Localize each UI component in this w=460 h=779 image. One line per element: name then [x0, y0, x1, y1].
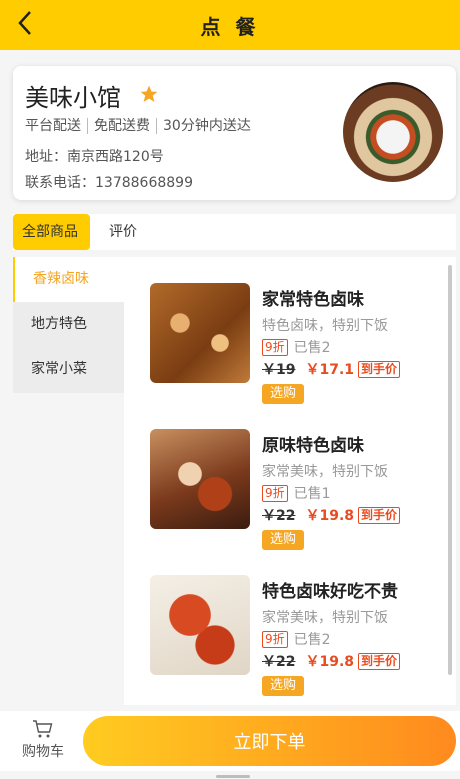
shop-photo	[343, 82, 443, 182]
shop-info-card: 美味小馆 平台配送 免配送费 30分钟内送达 地址：南京西路120号 联系电话：…	[13, 66, 456, 200]
tab-reviews[interactable]: 评价	[100, 214, 146, 250]
final-price-tag: 到手价	[358, 360, 401, 378]
category-item[interactable]: 香辣卤味	[13, 257, 124, 302]
select-button[interactable]: 选购	[262, 676, 304, 696]
product-meta: 9折 已售2	[262, 337, 331, 357]
product-price: ￥22 ￥19.8 到手价	[262, 651, 401, 671]
shop-tag: 平台配送	[25, 118, 81, 134]
order-now-button[interactable]: 立即下单	[83, 716, 456, 766]
home-indicator	[216, 775, 250, 778]
scrollbar[interactable]	[448, 265, 452, 675]
tab-all-products[interactable]: 全部商品	[13, 214, 90, 250]
product-price: ￥19 ￥17.1 到手价	[262, 359, 401, 379]
cart-label: 购物车	[22, 744, 64, 760]
new-price: ￥19.8	[305, 508, 355, 524]
shop-name: 美味小馆	[25, 84, 121, 112]
product-image[interactable]	[150, 575, 250, 675]
shop-tag: 30分钟内送达	[156, 118, 257, 134]
old-price: ￥19	[262, 362, 296, 378]
discount-badge: 9折	[262, 484, 288, 502]
shop-tags: 平台配送 免配送费 30分钟内送达	[25, 118, 257, 134]
product-item: 特色卤味好吃不贵 家常美味，特别下饭 9折 已售2 ￥22 ￥19.8 到手价 …	[150, 575, 440, 705]
product-description: 特色卤味，特别下饭	[262, 318, 388, 334]
sold-count: 已售2	[293, 340, 331, 356]
new-price: ￥17.1	[305, 362, 355, 378]
product-description: 家常美味，特别下饭	[262, 610, 388, 626]
tab-bar: 全部商品 评价	[13, 214, 456, 250]
product-list: 家常特色卤味 特色卤味，特别下饭 9折 已售2 ￥19 ￥17.1 到手价 选购…	[124, 257, 456, 705]
discount-badge: 9折	[262, 630, 288, 648]
product-image[interactable]	[150, 429, 250, 529]
shop-tag: 免配送费	[87, 118, 156, 134]
discount-badge: 9折	[262, 338, 288, 356]
back-arrow-icon[interactable]	[14, 8, 38, 38]
star-icon[interactable]	[139, 84, 159, 104]
cart-button[interactable]: 购物车	[16, 719, 70, 761]
cart-icon	[33, 720, 53, 738]
sold-count: 已售1	[293, 486, 331, 502]
category-sidebar: 香辣卤味 地方特色 家常小菜	[13, 257, 124, 393]
product-meta: 9折 已售1	[262, 483, 331, 503]
final-price-tag: 到手价	[358, 652, 401, 670]
product-description: 家常美味，特别下饭	[262, 464, 388, 480]
product-meta: 9折 已售2	[262, 629, 331, 649]
category-item[interactable]: 地方特色	[13, 302, 124, 347]
sold-count: 已售2	[293, 632, 331, 648]
old-price: ￥22	[262, 654, 296, 670]
product-title: 家常特色卤味	[262, 290, 364, 310]
shop-phone: 联系电话：13788668899	[25, 175, 193, 191]
final-price-tag: 到手价	[358, 506, 401, 524]
top-bar: 点 餐	[0, 0, 460, 50]
product-title: 原味特色卤味	[262, 436, 364, 456]
category-item[interactable]: 家常小菜	[13, 347, 124, 392]
product-price: ￥22 ￥19.8 到手价	[262, 505, 401, 525]
old-price: ￥22	[262, 508, 296, 524]
product-title: 特色卤味好吃不贵	[262, 582, 398, 602]
page-title: 点 餐	[200, 14, 260, 39]
shop-address: 地址：南京西路120号	[25, 149, 164, 165]
product-image[interactable]	[150, 283, 250, 383]
product-item: 家常特色卤味 特色卤味，特别下饭 9折 已售2 ￥19 ￥17.1 到手价 选购	[150, 283, 440, 413]
new-price: ￥19.8	[305, 654, 355, 670]
product-item: 原味特色卤味 家常美味，特别下饭 9折 已售1 ￥22 ￥19.8 到手价 选购	[150, 429, 440, 559]
bottom-bar: 购物车 立即下单	[0, 711, 460, 771]
select-button[interactable]: 选购	[262, 384, 304, 404]
select-button[interactable]: 选购	[262, 530, 304, 550]
